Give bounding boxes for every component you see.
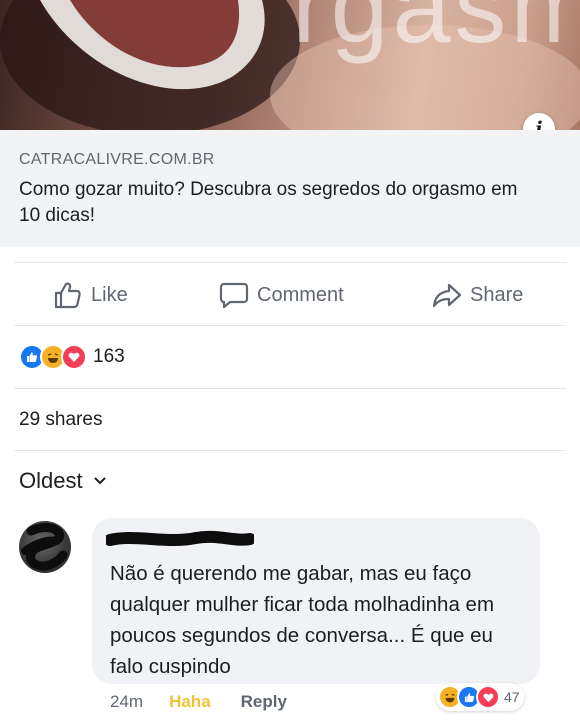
comment-button[interactable]: Comment [219,280,344,310]
like-button[interactable]: Like [53,280,128,310]
share-arrow-icon [432,283,462,308]
comment-text: Não é querendo me gabar, mas eu faço qua… [110,562,495,678]
love-icon [476,685,500,709]
like-label: Like [91,283,128,306]
comment-haha-button[interactable]: Haha [169,692,211,712]
share-label: Share [470,283,524,306]
divider [14,450,566,451]
divider [14,388,566,389]
link-domain: CATRACALIVRE.COM.BR [19,151,215,168]
comment-bubble[interactable]: Não é querendo me gabar, mas eu faço qua… [92,518,540,684]
redacted-author-name [106,530,254,546]
link-preview-image[interactable]: rgasm i [0,0,580,130]
comment-sort-dropdown[interactable]: Oldest [19,468,107,494]
preview-overlay-text: rgasm [292,0,580,65]
comment-label: Comment [257,283,344,306]
shares-count[interactable]: 29 shares [19,409,102,431]
comment-bubble-icon [219,282,249,309]
love-icon [61,344,87,370]
comment-reactions[interactable]: 47 [436,683,524,711]
sort-label: Oldest [19,468,83,493]
link-card[interactable]: CATRACALIVRE.COM.BR Como gozar muito? De… [0,130,580,247]
avatar[interactable] [19,521,71,573]
comment-reaction-count: 47 [504,689,520,705]
reactions-summary[interactable]: 163 [19,344,125,370]
thumbs-up-icon [54,282,81,309]
chevron-down-icon [93,477,106,485]
divider [14,325,566,326]
comment-meta: 24m Haha Reply [110,692,287,712]
comment-time[interactable]: 24m [110,692,143,712]
share-button[interactable]: Share [432,280,523,310]
redaction-scribble [21,523,68,571]
comment-reply-button[interactable]: Reply [241,692,287,712]
link-title: Como gozar muito? Descubra os segredos d… [19,179,518,226]
reaction-count: 163 [93,346,125,367]
divider [14,262,566,263]
